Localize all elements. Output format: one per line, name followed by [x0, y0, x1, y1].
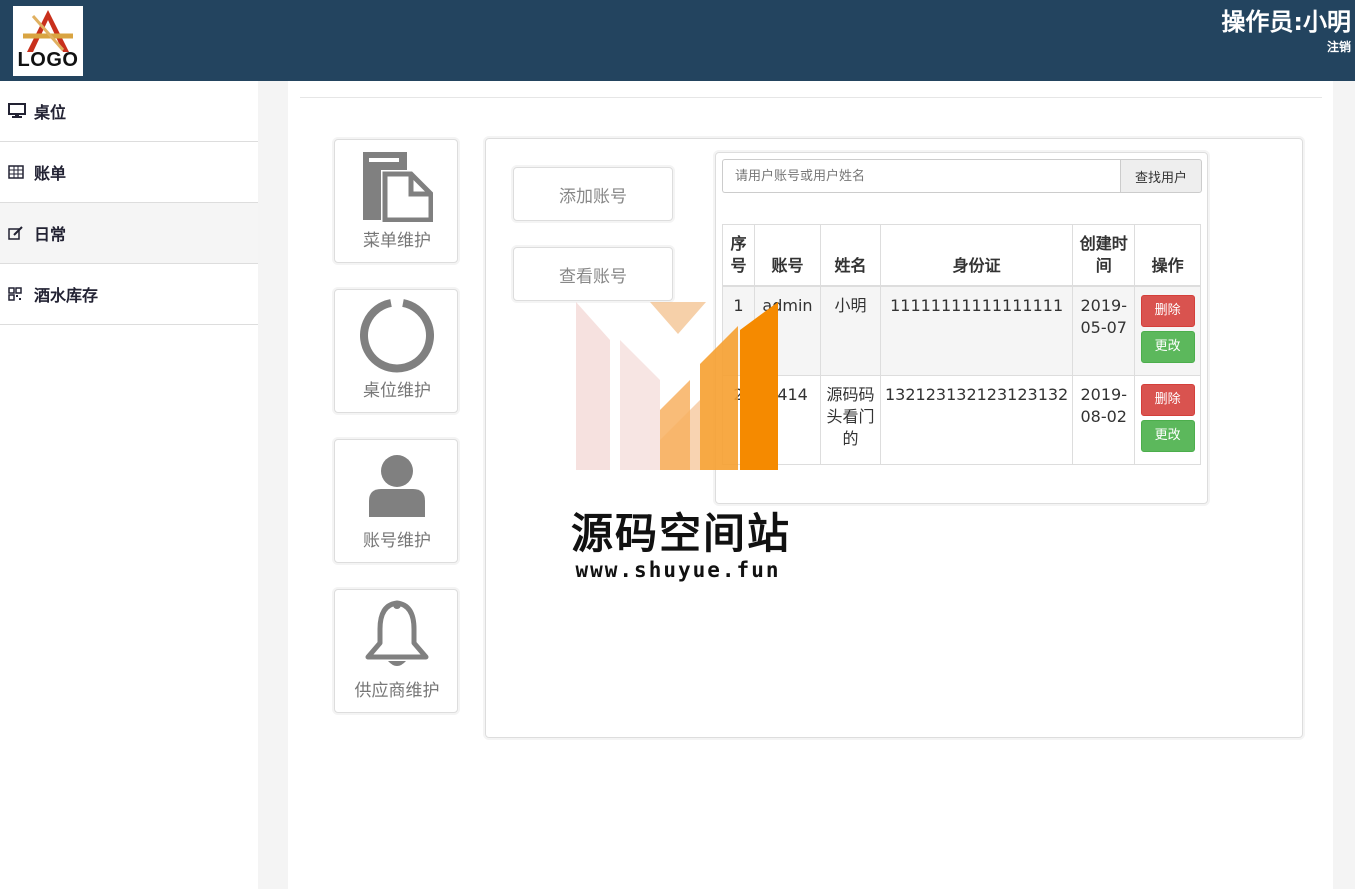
search-button[interactable]: 查找用户: [1120, 159, 1202, 193]
delete-button[interactable]: 删除: [1140, 384, 1195, 416]
watermark-url: www.shuyue.fun: [575, 558, 781, 582]
cell-no: 1: [722, 285, 755, 376]
logout-link[interactable]: 注销: [1327, 38, 1351, 55]
bell-icon: [335, 596, 459, 676]
col-header: 序号: [722, 224, 755, 287]
edit-icon: [8, 226, 28, 240]
sidebar-item-label: 酒水库存: [34, 286, 99, 305]
cell-id-card: 132123132123123132: [879, 375, 1074, 465]
cell-account: admin: [754, 285, 821, 376]
user-icon: [335, 446, 459, 526]
sidebar-item-daily[interactable]: 日常: [0, 203, 258, 264]
supplier-maintenance-card[interactable]: 供应商维护: [334, 589, 458, 713]
cell-created: 2019-05-07: [1072, 285, 1136, 376]
main-content: 菜单维护 桌位维护 账号维护 供应商维护 添加账号 查看账号 查找用户: [288, 81, 1333, 889]
search-bar: 查找用户: [722, 159, 1202, 193]
qrcode-icon: [8, 287, 28, 301]
card-label: 供应商维护: [354, 681, 440, 701]
table-maintenance-card[interactable]: 桌位维护: [334, 289, 458, 413]
account-maintenance-card[interactable]: 账号维护: [334, 439, 458, 563]
sidebar-item-bills[interactable]: 账单: [0, 142, 258, 203]
sidebar-item-drinks[interactable]: 酒水库存: [0, 264, 258, 325]
operator-name: 操作员:小明: [1221, 8, 1351, 36]
table-row: 1 admin 小明 11111111111111111 2019-05-07 …: [722, 285, 1201, 376]
sidebar-item-tables[interactable]: 桌位: [0, 81, 258, 142]
search-input[interactable]: [722, 159, 1120, 193]
card-label: 桌位维护: [363, 381, 431, 401]
sidebar-item-label: 日常: [34, 225, 67, 244]
table-header-row: 序号 账号 姓名 身份证 创建时间 操作: [722, 224, 1201, 287]
logo: LOGO: [13, 6, 83, 76]
cell-name: 小明: [820, 285, 881, 376]
cell-no: 2: [722, 375, 755, 465]
sidebar-item-label: 账单: [34, 164, 67, 183]
user-list-panel: 查找用户 序号 账号 姓名 身份证 创建时间 操作 1 a: [715, 152, 1208, 504]
card-label: 账号维护: [363, 531, 431, 551]
table-row: 2 1414 源码码头看门的 132123132123123132 2019-0…: [722, 375, 1201, 465]
sidebar: 桌位 账单 日常 酒水库存: [0, 81, 258, 889]
card-label: 菜单维护: [363, 231, 431, 251]
update-button[interactable]: 更改: [1140, 331, 1195, 363]
file-icon: [335, 146, 459, 226]
cell-actions: 删除 更改: [1134, 285, 1201, 376]
col-header: 账号: [754, 224, 821, 287]
circle-icon: [335, 296, 459, 376]
cell-account: 1414: [754, 375, 821, 465]
col-header: 创建时间: [1072, 224, 1136, 287]
cell-actions: 删除 更改: [1134, 375, 1201, 465]
users-table: 序号 账号 姓名 身份证 创建时间 操作 1 admin 小明 11111111…: [722, 224, 1201, 465]
sidebar-item-label: 桌位: [34, 103, 67, 122]
update-button[interactable]: 更改: [1140, 420, 1195, 452]
divider: [300, 97, 1322, 98]
delete-button[interactable]: 删除: [1140, 295, 1195, 327]
cell-id-card: 11111111111111111: [879, 285, 1074, 376]
table-icon: [8, 165, 28, 179]
monitor-icon: [8, 103, 28, 119]
logo-text: LOGO: [17, 49, 79, 71]
add-account-button[interactable]: 添加账号: [513, 167, 673, 221]
account-panel: 添加账号 查看账号 查找用户 序号 账号 姓名 身份证 创建时间 操作: [485, 138, 1303, 738]
watermark-title: 源码空间站: [570, 509, 791, 558]
cell-created: 2019-08-02: [1072, 375, 1136, 465]
col-header: 操作: [1134, 224, 1201, 287]
col-header: 身份证: [879, 224, 1074, 287]
cell-name: 源码码头看门的: [820, 375, 881, 465]
menu-maintenance-card[interactable]: 菜单维护: [334, 139, 458, 263]
col-header: 姓名: [820, 224, 881, 287]
top-header: LOGO 操作员:小明 注销: [0, 0, 1355, 81]
view-account-button[interactable]: 查看账号: [513, 247, 673, 301]
